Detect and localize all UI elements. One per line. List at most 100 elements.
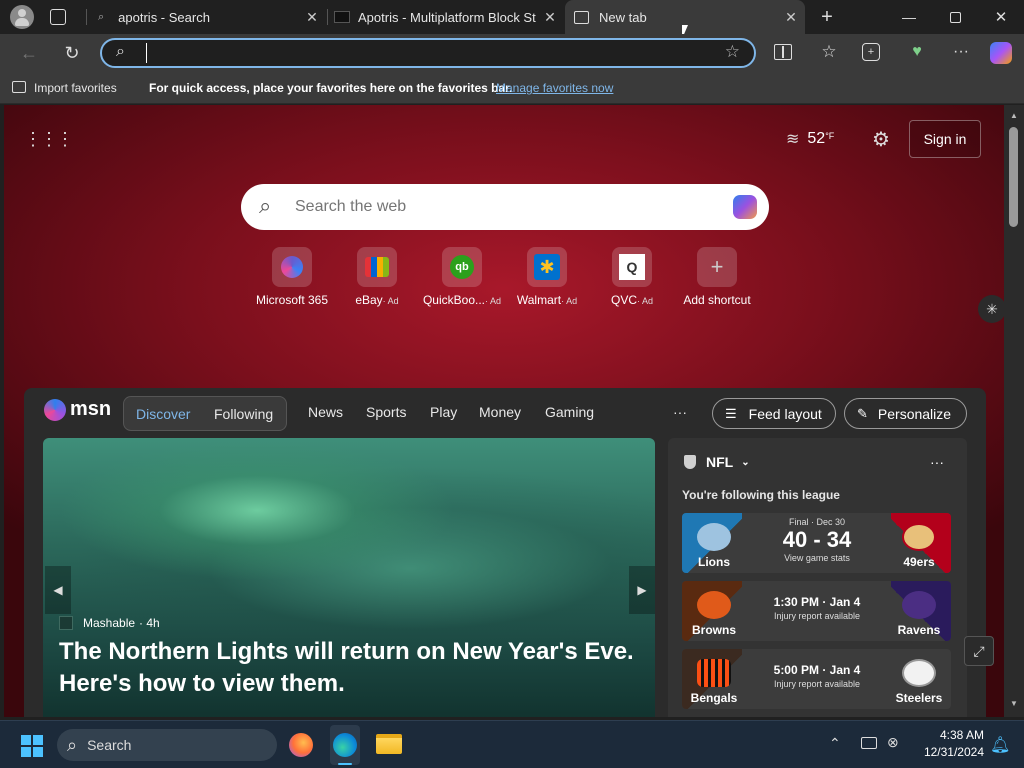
firefox-icon[interactable] <box>289 733 313 757</box>
tab-gaming[interactable]: Gaming <box>545 404 594 420</box>
tab-apotris-multiplatform[interactable]: Apotris - Multiplatform Block Stac ✕ <box>328 0 564 34</box>
manage-favorites-link[interactable]: Manage favorites now <box>496 81 613 95</box>
tab-play[interactable]: Play <box>430 404 457 420</box>
web-search-box[interactable]: ⌕ <box>241 184 769 230</box>
game-card[interactable]: Bengals 5:00 PM · Jan 4 Injury report av… <box>682 649 951 709</box>
copilot-icon[interactable] <box>990 42 1012 64</box>
favorite-star-icon[interactable]: ☆ <box>725 42 740 62</box>
tab-following[interactable]: Following <box>214 406 273 422</box>
tab-title: New tab <box>599 9 647 25</box>
game-card[interactable]: Lions Final · Dec 30 40 - 34 View game s… <box>682 513 951 573</box>
walmart-icon: ✱ <box>534 254 560 280</box>
add-shortcut-button[interactable]: + Add shortcut <box>672 247 762 307</box>
scroll-up-icon[interactable]: ▲ <box>1010 111 1018 120</box>
background-sparkle-icon[interactable]: ✳ <box>978 295 1004 323</box>
tab-money[interactable]: Money <box>479 404 521 420</box>
address-bar[interactable]: ⌕ ☆ <box>100 38 756 68</box>
favorites-bar: Import favorites For quick access, place… <box>0 72 1024 104</box>
tab-sports[interactable]: Sports <box>366 404 406 420</box>
import-favorites-icon[interactable] <box>12 81 26 93</box>
card-more-icon[interactable]: ··· <box>930 454 944 470</box>
edge-icon <box>333 733 357 757</box>
game-note[interactable]: Injury report available <box>752 679 882 689</box>
search-icon: ⌕ <box>67 734 78 755</box>
team-name: Bengals <box>690 691 738 705</box>
close-icon[interactable]: ✕ <box>304 9 320 25</box>
import-favorites-link[interactable]: Import favorites <box>34 81 117 95</box>
tab-discover[interactable]: Discover <box>136 406 190 422</box>
edge-taskbar-icon[interactable] <box>330 725 360 765</box>
game-info: 1:30 PM · Jan 4 Injury report available <box>752 595 882 621</box>
shortcut-label: Add shortcut <box>683 293 751 307</box>
back-icon[interactable]: ← <box>18 42 40 64</box>
split-screen-icon[interactable] <box>774 44 792 60</box>
shortcut-label: QuickBoo... <box>422 293 485 307</box>
tab-actions-icon[interactable] <box>50 9 66 25</box>
taskbar-search-box[interactable]: ⌕ Search <box>57 729 277 761</box>
shortcut-walmart[interactable]: ✱ Walmart· Ad <box>502 247 592 307</box>
browser-essentials-icon[interactable]: ♥ <box>906 41 928 63</box>
tab-news[interactable]: News <box>308 404 343 420</box>
game-info: 5:00 PM · Jan 4 Injury report available <box>752 663 882 689</box>
web-search-input[interactable] <box>295 195 695 219</box>
tab-apotris-search[interactable]: ⌕ apotris - Search ✕ <box>90 0 326 34</box>
toolbar: ← ↻ ⌕ ☆ ☆ + ♥ ··· <box>0 34 1024 72</box>
windows-start-icon[interactable] <box>21 735 43 757</box>
shortcut-qvc[interactable]: Q QVC· Ad <box>587 247 677 307</box>
game-note[interactable]: View game stats <box>752 553 882 563</box>
show-hidden-icons-icon[interactable]: ⌃ <box>829 735 841 752</box>
temperature-unit: °F <box>825 131 835 141</box>
team-away: Steelers <box>887 653 951 705</box>
temperature: 52 <box>807 130 826 147</box>
scroll-down-icon[interactable]: ▼ <box>1010 699 1018 708</box>
carousel-next-button[interactable]: ▶ <box>629 566 655 614</box>
expand-icon[interactable]: ⤢ <box>964 636 994 666</box>
team-name: Lions <box>698 555 730 569</box>
profile-avatar[interactable] <box>10 5 34 29</box>
ad-label: · Ad <box>382 296 399 306</box>
page-scrollbar[interactable]: ▲ ▼ <box>1004 105 1024 717</box>
close-icon[interactable]: ✕ <box>783 9 799 25</box>
refresh-icon[interactable]: ↻ <box>61 42 83 64</box>
msn-feed: msn Discover Following News Sports Play … <box>24 388 986 717</box>
sign-in-label: Sign in <box>923 131 967 147</box>
address-input[interactable] <box>146 43 706 63</box>
shortcut-ebay[interactable]: eBay· Ad <box>332 247 422 307</box>
close-window-button[interactable]: ✕ <box>990 8 1012 26</box>
app-launcher-icon[interactable]: ⋮⋮⋮ <box>24 129 74 149</box>
restore-button[interactable] <box>944 8 966 26</box>
carousel-prev-button[interactable]: ◀ <box>45 566 71 614</box>
volume-muted-icon[interactable]: ⊗ <box>887 734 899 751</box>
shortcut-microsoft-365[interactable]: Microsoft 365 <box>247 247 337 307</box>
notification-bell-icon[interactable]: 🔔︎ <box>990 735 1010 755</box>
close-icon[interactable]: ✕ <box>542 9 558 25</box>
sign-in-button[interactable]: Sign in <box>909 120 981 158</box>
personalize-button[interactable]: ✎ Personalize <box>844 398 967 429</box>
network-icon[interactable] <box>861 737 877 749</box>
scrollbar-thumb[interactable] <box>1009 127 1018 227</box>
game-note[interactable]: Injury report available <box>752 611 882 621</box>
collections-icon[interactable]: + <box>862 43 880 61</box>
game-card[interactable]: Browns 1:30 PM · Jan 4 Injury report ava… <box>682 581 951 641</box>
ad-label: · Ad <box>637 296 654 306</box>
copilot-icon[interactable] <box>733 195 757 219</box>
shortcut-quickbooks[interactable]: qb QuickBoo...· Ad <box>417 247 507 307</box>
weather-widget[interactable]: ≋ 52 °F <box>786 129 834 149</box>
team-name: 49ers <box>903 555 935 569</box>
article-headline[interactable]: The Northern Lights will return on New Y… <box>59 636 639 700</box>
game-status: 5:00 PM · Jan 4 <box>773 663 861 677</box>
clock[interactable]: 4:38 AM 12/31/2024 <box>912 727 984 761</box>
minimize-button[interactable]: — <box>898 8 920 26</box>
file-explorer-icon[interactable] <box>376 734 402 754</box>
feed-layout-button[interactable]: ☰ Feed layout <box>712 398 836 429</box>
title-bar: ⌕ apotris - Search ✕ Apotris - Multiplat… <box>0 0 1024 39</box>
settings-more-icon[interactable]: ··· <box>950 41 972 63</box>
page-settings-icon[interactable]: ⚙ <box>870 128 892 151</box>
msn-logo[interactable]: msn <box>44 398 111 421</box>
article-source: Mashable · 4h <box>59 616 160 630</box>
nfl-header[interactable]: NFL ⌄ <box>684 454 750 470</box>
favorites-icon[interactable]: ☆ <box>818 41 840 63</box>
more-tabs-icon[interactable]: ··· <box>673 404 687 420</box>
hero-article-card[interactable]: ◀ ▶ Mashable · 4h The Northern Lights wi… <box>43 438 655 717</box>
new-tab-button[interactable]: + <box>816 6 838 28</box>
